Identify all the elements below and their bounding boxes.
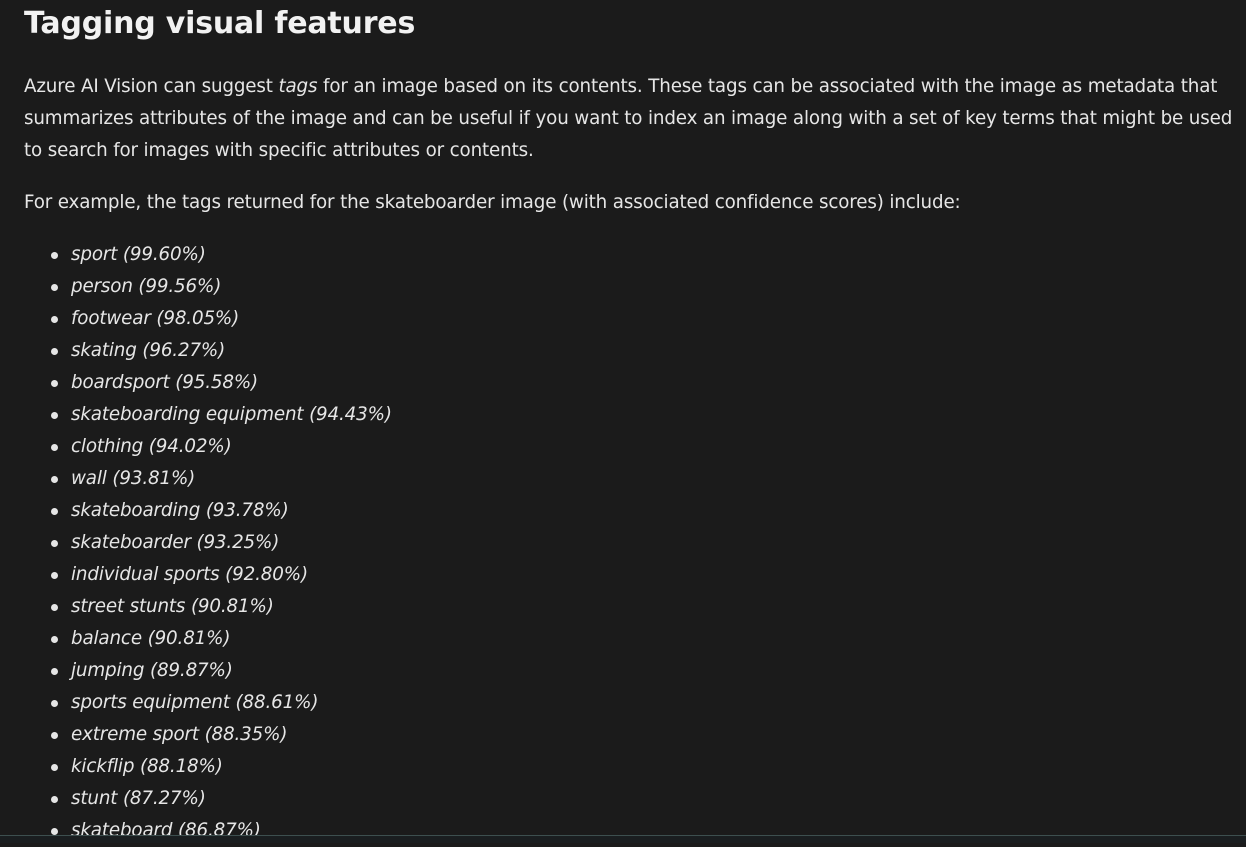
tag-list-item: sports equipment (88.61%) xyxy=(24,687,1234,719)
tag-list-item: balance (90.81%) xyxy=(24,623,1234,655)
tag-label: sports equipment (88.61%) xyxy=(71,692,319,713)
tag-list: sport (99.60%) person (99.56%) footwear … xyxy=(24,239,1234,847)
bullet-icon xyxy=(51,476,58,483)
tag-list-item: skating (96.27%) xyxy=(24,335,1234,367)
tag-label: stunt (87.27%) xyxy=(71,788,206,809)
bullet-icon xyxy=(51,316,58,323)
intro-emphasis-tags: tags xyxy=(278,76,318,97)
tag-label: clothing (94.02%) xyxy=(71,436,232,457)
bullet-icon xyxy=(51,284,58,291)
tag-label: wall (93.81%) xyxy=(71,468,196,489)
bullet-icon xyxy=(51,444,58,451)
tag-list-item: wall (93.81%) xyxy=(24,463,1234,495)
bullet-icon xyxy=(51,508,58,515)
tag-label: skateboarding equipment (94.43%) xyxy=(71,404,392,425)
intro-text-start: Azure AI Vision can suggest xyxy=(24,76,279,97)
tag-label: extreme sport (88.35%) xyxy=(71,724,288,745)
tag-list-item: boardsport (95.58%) xyxy=(24,367,1234,399)
bullet-icon xyxy=(51,636,58,643)
tag-list-item: footwear (98.05%) xyxy=(24,303,1234,335)
bullet-icon xyxy=(51,668,58,675)
bullet-icon xyxy=(51,604,58,611)
bullet-icon xyxy=(51,796,58,803)
tag-list-item: extreme sport (88.35%) xyxy=(24,719,1234,751)
example-paragraph: For example, the tags returned for the s… xyxy=(24,192,961,213)
tag-list-item: stunt (87.27%) xyxy=(24,783,1234,815)
bullet-icon xyxy=(51,380,58,387)
tag-list-item: sport (99.60%) xyxy=(24,239,1234,271)
tag-label: jumping (89.87%) xyxy=(71,660,233,681)
tag-label: individual sports (92.80%) xyxy=(71,564,308,585)
tag-list-item: person (99.56%) xyxy=(24,271,1234,303)
tag-list-item: street stunts (90.81%) xyxy=(24,591,1234,623)
tag-label: street stunts (90.81%) xyxy=(71,596,274,617)
tag-label: boardsport (95.58%) xyxy=(71,372,259,393)
tag-label: sport (99.60%) xyxy=(71,244,206,265)
bullet-icon xyxy=(51,700,58,707)
tag-list-item: individual sports (92.80%) xyxy=(24,559,1234,591)
bullet-icon xyxy=(51,540,58,547)
tag-label: footwear (98.05%) xyxy=(71,308,240,329)
intro-paragraph: Azure AI Vision can suggest tags for an … xyxy=(24,71,1234,167)
tag-list-item: kickflip (88.18%) xyxy=(24,751,1234,783)
tag-list-item: skateboarding (93.78%) xyxy=(24,495,1234,527)
bottom-scroll-edge xyxy=(0,835,1246,843)
article-content: Tagging visual features Azure AI Vision … xyxy=(24,0,1234,847)
bullet-icon xyxy=(51,412,58,419)
tag-label: person (99.56%) xyxy=(71,276,222,297)
bullet-icon xyxy=(51,732,58,739)
tag-label: skating (96.27%) xyxy=(71,340,226,361)
bullet-icon xyxy=(51,572,58,579)
bullet-icon xyxy=(51,828,58,835)
tag-label: kickflip (88.18%) xyxy=(71,756,223,777)
tag-list-item: skateboarder (93.25%) xyxy=(24,527,1234,559)
section-heading: Tagging visual features xyxy=(24,6,416,41)
tag-list-item: skateboarding equipment (94.43%) xyxy=(24,399,1234,431)
tag-list-item: clothing (94.02%) xyxy=(24,431,1234,463)
bullet-icon xyxy=(51,764,58,771)
tag-label: balance (90.81%) xyxy=(71,628,231,649)
tag-label: skateboarder (93.25%) xyxy=(71,532,280,553)
bullet-icon xyxy=(51,348,58,355)
tag-label: skateboarding (93.78%) xyxy=(71,500,289,521)
bullet-icon xyxy=(51,252,58,259)
tag-list-item: jumping (89.87%) xyxy=(24,655,1234,687)
